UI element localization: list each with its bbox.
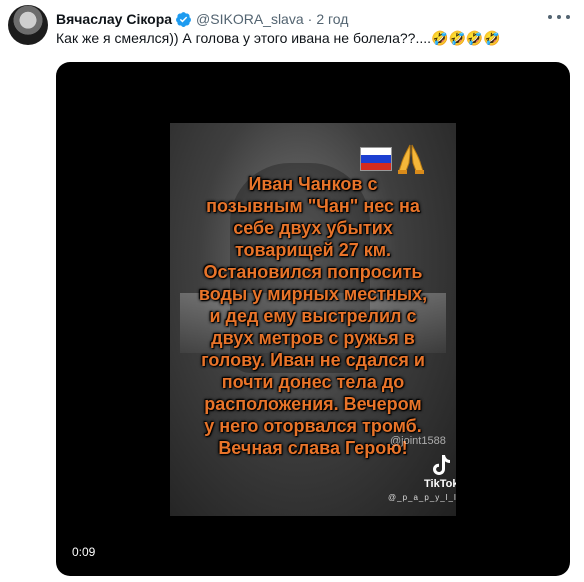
tiktok-logo-icon: [433, 455, 451, 475]
tiktok-logo: TikTok: [424, 453, 456, 490]
video-duration: 0:09: [72, 545, 96, 559]
tweet[interactable]: Вячаслау Сікора @SIKORA_slava · 2 год Ка…: [0, 0, 584, 582]
caption-line: себе двух убытих: [233, 218, 393, 238]
author-name[interactable]: Вячаслау Сікора: [56, 11, 172, 27]
verified-badge-icon: [176, 11, 191, 27]
caption-line: у него оторвался тромб.: [204, 416, 422, 436]
caption-line: воды у мирных местных,: [198, 284, 428, 304]
video-frame: Иван Чанков с позывным "Чан" нес на себе…: [170, 123, 456, 516]
caption-line: расположения. Вечером: [204, 394, 422, 414]
video-caption: Иван Чанков с позывным "Чан" нес на себе…: [170, 173, 456, 459]
tweet-timestamp[interactable]: 2 год: [316, 11, 348, 27]
tiktok-username: @_p_a_p_y_l_l_4_k_8: [388, 493, 456, 502]
author-handle[interactable]: @SIKORA_slava: [196, 11, 304, 27]
caption-line: и дед ему выстрелил с: [209, 306, 417, 326]
caption-line: Иван Чанков с: [248, 174, 378, 194]
avatar[interactable]: [8, 5, 48, 45]
separator-dot: ·: [307, 11, 313, 27]
praying-hands-icon: [398, 144, 424, 174]
video-player[interactable]: Иван Чанков с позывным "Чан" нес на себе…: [56, 62, 570, 576]
caption-line: почти донес тела до: [221, 372, 405, 392]
tweet-header: Вячаслау Сікора @SIKORA_slava · 2 год: [56, 9, 544, 29]
caption-line: голову. Иван не сдался и: [201, 350, 425, 370]
tweet-text: Как же я смеялся)) А голова у этого иван…: [56, 30, 501, 46]
russian-flag-icon: [360, 147, 392, 171]
caption-line: Остановился попросить: [203, 262, 423, 282]
caption-line: товарищей 27 км.: [234, 240, 392, 260]
tiktok-label: TikTok: [424, 478, 456, 490]
video-watermark: @joint1588: [390, 435, 446, 447]
more-options-icon[interactable]: [548, 9, 570, 25]
caption-line: двух метров с ружья в: [211, 328, 415, 348]
caption-line: позывным "Чан" нес на: [206, 196, 420, 216]
